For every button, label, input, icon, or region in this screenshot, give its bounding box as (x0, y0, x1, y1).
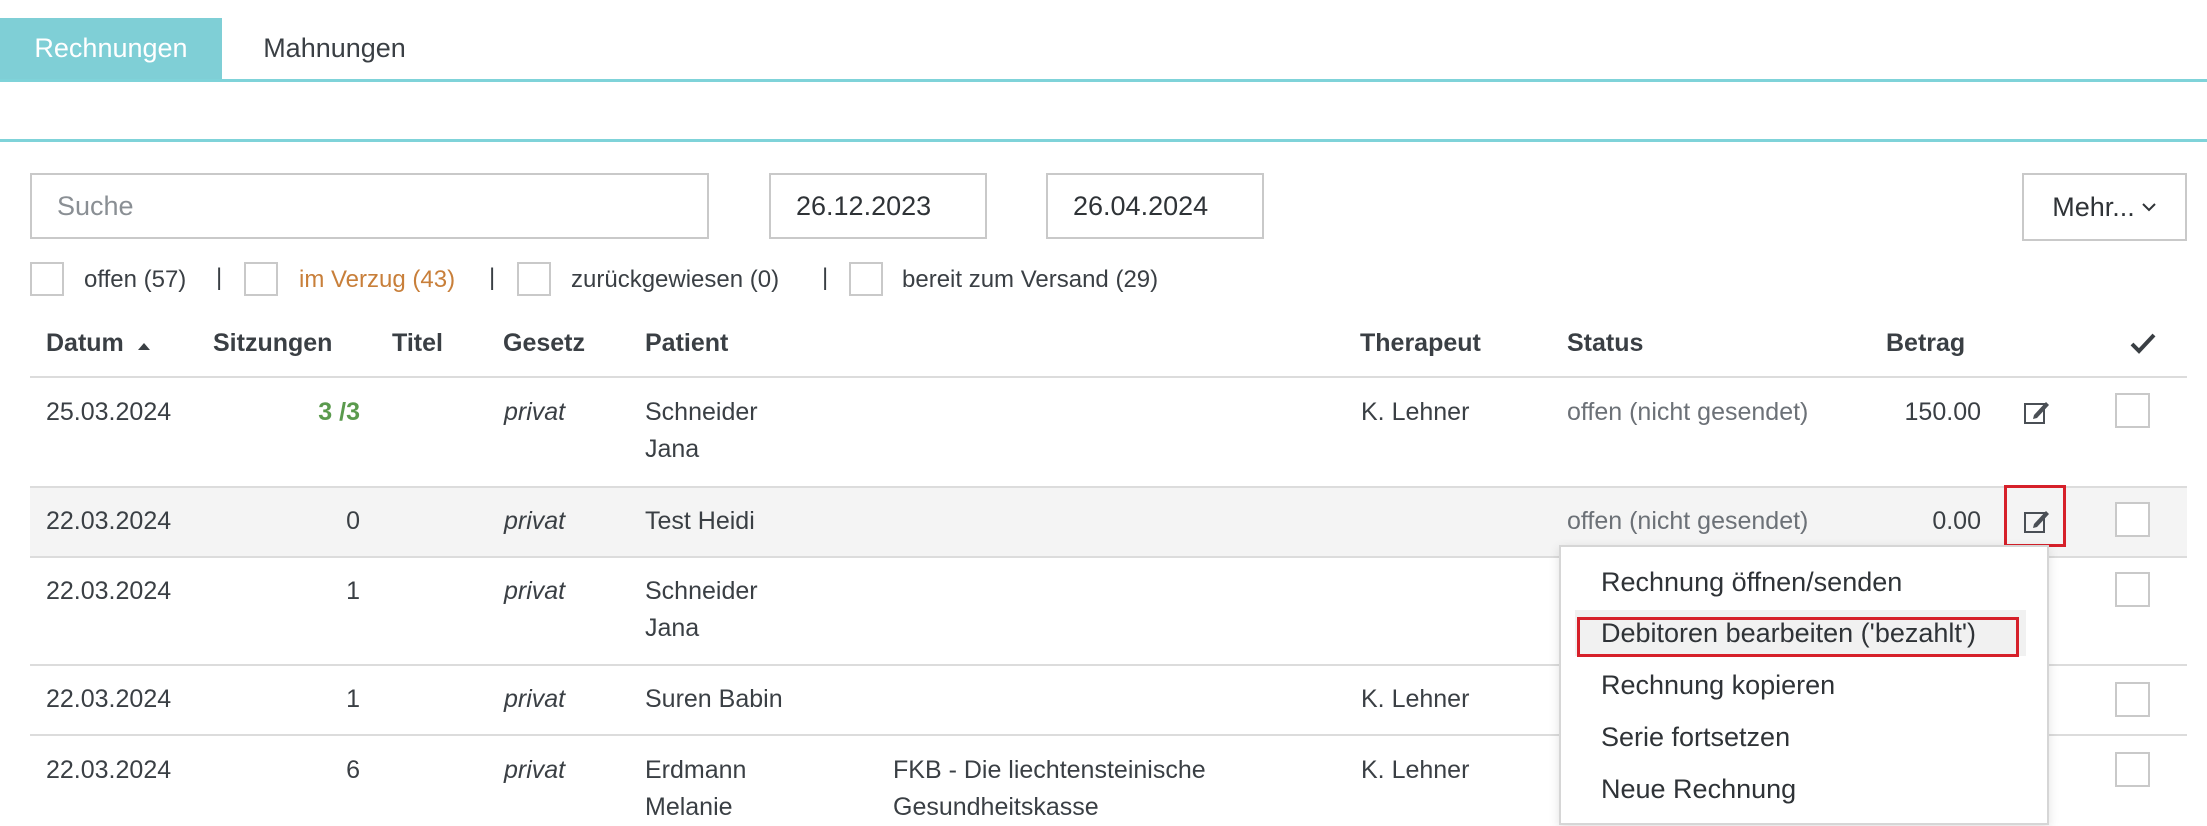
filter-label-offen: offen (57) (84, 266, 187, 293)
row-sessions: 1 (346, 685, 360, 713)
row-date: 22.03.2024 (46, 507, 172, 535)
row-therapist: K. Lehner (1361, 756, 1470, 784)
row-insurance-line1: FKB - Die liechtensteinische (893, 756, 1206, 784)
column-header-patient[interactable]: Patient (645, 329, 728, 358)
row-date: 22.03.2024 (46, 685, 172, 713)
row-law: privat (504, 577, 566, 605)
row-date: 25.03.2024 (46, 398, 172, 426)
menu-item-open-send[interactable]: Rechnung öffnen/senden (1601, 567, 1902, 598)
section-divider (0, 139, 2207, 142)
chevron-down-icon (2142, 203, 2156, 212)
row-law: privat (504, 685, 566, 713)
column-header-therapeut[interactable]: Therapeut (1360, 329, 1481, 358)
tab-rechnungen[interactable]: Rechnungen (0, 18, 222, 79)
row-patient-line1[interactable]: Test Heidi (645, 503, 755, 540)
row-patient-line2[interactable]: Jana (645, 610, 699, 647)
edit-icon-highlight (2004, 485, 2066, 547)
filter-checkbox-offen[interactable] (30, 262, 64, 296)
column-header-datum-label: Datum (46, 329, 124, 357)
row-law: privat (504, 398, 566, 426)
column-header-titel[interactable]: Titel (392, 329, 443, 358)
menu-item-highlight (1577, 617, 2019, 657)
tab-mahnungen[interactable]: Mahnungen (222, 18, 447, 79)
row-patient-line1[interactable]: Schneider (645, 394, 758, 431)
filter-checkbox-im-verzug[interactable] (244, 262, 278, 296)
search-input[interactable]: Suche (30, 173, 709, 239)
filter-checkbox-bereit-zum-versand[interactable] (849, 262, 883, 296)
row-sessions: 0 (346, 507, 360, 535)
row-patient-line1[interactable]: Erdmann (645, 752, 746, 789)
sort-asc-icon (137, 343, 150, 350)
column-header-gesetz[interactable]: Gesetz (503, 329, 585, 358)
row-status: offen (nicht gesendet) (1567, 398, 1809, 426)
row-sessions: 6 (346, 756, 360, 784)
more-button[interactable]: Mehr... (2022, 173, 2187, 241)
row-date: 22.03.2024 (46, 756, 172, 784)
filter-separator: | (822, 264, 829, 291)
row-law: privat (504, 507, 566, 535)
filter-label-zurueckgewiesen: zurückgewiesen (0) (571, 266, 780, 293)
date-from-field[interactable]: 26.12.2023 (769, 173, 987, 239)
row-therapist: K. Lehner (1361, 398, 1470, 426)
row-law: privat (504, 756, 566, 784)
row-checkbox[interactable] (2115, 752, 2150, 787)
row-checkbox[interactable] (2115, 502, 2150, 537)
filter-separator: | (216, 264, 223, 291)
row-checkbox[interactable] (2115, 572, 2150, 607)
edit-icon[interactable] (2022, 397, 2052, 427)
row-amount: 0.00 (1932, 507, 1981, 535)
filter-label-im-verzug: im Verzug (43) (299, 266, 456, 293)
column-header-status[interactable]: Status (1567, 329, 1643, 358)
row-checkbox[interactable] (2115, 682, 2150, 717)
row-sessions: 3 /3 (318, 398, 360, 426)
date-to-field[interactable]: 26.04.2024 (1046, 173, 1264, 239)
column-header-sitzungen[interactable]: Sitzungen (213, 329, 332, 358)
column-header-betrag[interactable]: Betrag (1886, 329, 1965, 358)
checkmark-icon[interactable] (2130, 332, 2156, 354)
menu-item-copy-invoice[interactable]: Rechnung kopieren (1601, 670, 1835, 701)
row-therapist: K. Lehner (1361, 685, 1470, 713)
more-button-label: Mehr... (2052, 191, 2135, 222)
row-patient-line1[interactable]: Suren Babin (645, 681, 783, 718)
row-amount: 150.00 (1904, 398, 1981, 426)
row-checkbox[interactable] (2115, 393, 2150, 428)
row-date: 22.03.2024 (46, 577, 172, 605)
filter-separator: | (489, 264, 496, 291)
filter-checkbox-zurueckgewiesen[interactable] (517, 262, 551, 296)
menu-item-new-invoice[interactable]: Neue Rechnung (1601, 774, 1796, 805)
row-patient-line2[interactable]: Jana (645, 431, 699, 468)
menu-item-continue-series[interactable]: Serie fortsetzen (1601, 722, 1790, 753)
row-sessions: 1 (346, 577, 360, 605)
row-patient-line2[interactable]: Melanie (645, 789, 733, 826)
tab-bar: Rechnungen Mahnungen (0, 0, 2207, 82)
table-header-divider (30, 376, 2187, 378)
row-patient-line1[interactable]: Schneider (645, 573, 758, 610)
column-header-datum[interactable]: Datum (46, 329, 151, 358)
invoice-context-menu: Rechnung öffnen/senden Debitoren bearbei… (1559, 545, 2049, 825)
filter-label-bereit-zum-versand: bereit zum Versand (29) (902, 266, 1159, 293)
row-status: offen (nicht gesendet) (1567, 507, 1809, 535)
row-insurance-line2: Gesundheitskasse (893, 793, 1099, 821)
